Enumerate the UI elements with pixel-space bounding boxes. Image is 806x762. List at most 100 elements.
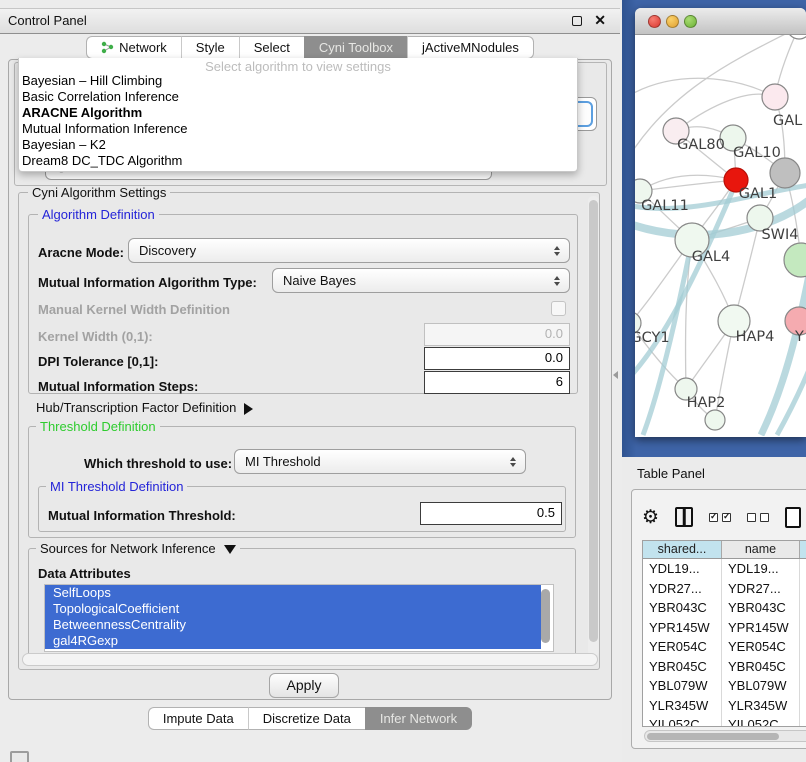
aracne-mode-combobox[interactable]: Discovery	[128, 238, 570, 263]
which-threshold-value: MI Threshold	[245, 454, 321, 469]
sources-legend[interactable]: Sources for Network Inference	[36, 541, 240, 556]
table-cell: YER054C	[643, 637, 722, 657]
settings-horizontal-scrollbar[interactable]	[22, 653, 598, 666]
dropdown-item[interactable]: Basic Correlation Inference	[19, 89, 577, 105]
attribute-item[interactable]: gal4RGexp	[45, 633, 541, 649]
float-panel-icon[interactable]	[572, 16, 582, 26]
tab-label: jActiveMNodules	[422, 37, 519, 58]
node-label: GAL1	[739, 186, 777, 202]
network-edge-thick[interactable]	[777, 360, 806, 435]
algorithm-definition-legend: Algorithm Definition	[38, 207, 159, 222]
close-light-icon[interactable]	[648, 15, 661, 28]
expand-right-icon	[244, 403, 253, 415]
tab-label: Discretize Data	[263, 708, 351, 729]
data-attributes-label: Data Attributes	[38, 566, 131, 581]
hub-section-expander[interactable]: Hub/Transcription Factor Definition	[36, 400, 253, 415]
table-cell: 9.	[800, 696, 806, 716]
network-node[interactable]	[784, 243, 806, 277]
column-header-shared[interactable]: shared...	[643, 541, 722, 558]
table-row[interactable]: YBR043CYBR043C	[643, 598, 806, 618]
network-edge-thick[interactable]	[761, 275, 806, 435]
tab-discretize-data[interactable]: Discretize Data	[248, 707, 365, 730]
network-edge[interactable]	[640, 180, 736, 191]
checked-boxes-icon[interactable]	[709, 513, 731, 522]
unchecked-boxes-icon[interactable]	[747, 513, 769, 522]
table-row[interactable]: YLR345WYLR345W9.	[643, 696, 806, 716]
zoom-light-icon[interactable]	[684, 15, 697, 28]
node-table: shared...nameA YDL19...YDL19...13YDR27..…	[642, 540, 806, 727]
dpi-tolerance-field[interactable]: 0.0	[424, 347, 570, 370]
mi-type-value: Naive Bayes	[283, 273, 356, 288]
column-header-A[interactable]: A	[800, 541, 806, 558]
manual-kernel-checkbox[interactable]	[551, 301, 566, 316]
table-cell: YBR043C	[722, 598, 800, 618]
network-window-titlebar[interactable]	[635, 8, 806, 35]
dropdown-item[interactable]: Bayesian – K2	[19, 137, 577, 153]
table-cell: YPR145W	[722, 618, 800, 638]
table-row[interactable]: YBR045CYBR045C9.	[643, 657, 806, 677]
mi-type-combobox[interactable]: Naive Bayes	[272, 268, 570, 293]
column-header-name[interactable]: name	[722, 541, 800, 558]
table-row[interactable]: YDR27...YDR27...12	[643, 579, 806, 599]
tab-network[interactable]: Network	[86, 36, 181, 59]
table-cell	[800, 598, 806, 618]
collapse-down-icon	[224, 545, 236, 554]
attribute-item[interactable]: TopologicalCoefficient	[45, 601, 541, 617]
dropdown-item[interactable]: Mutual Information Inference	[19, 121, 577, 137]
table-row[interactable]: YIL052CYIL052C9	[643, 715, 806, 726]
attribute-item[interactable]: SelfLoops	[45, 585, 541, 601]
network-node[interactable]	[787, 35, 806, 39]
dropdown-item[interactable]: Bayesian – Hill Climbing	[19, 73, 577, 89]
tab-jactivemnodules[interactable]: jActiveMNodules	[407, 36, 534, 59]
document-icon[interactable]	[785, 507, 801, 528]
stepper-icon[interactable]	[554, 276, 560, 286]
network-canvas[interactable]: GALGAL80GAL10GAL1GAL11SWI4GAL4GCY1HAP4YH…	[635, 35, 806, 436]
columns-icon[interactable]	[675, 507, 693, 527]
table-horizontal-scrollbar[interactable]	[644, 730, 806, 742]
data-attributes-list[interactable]: SelfLoopsTopologicalCoefficientBetweenne…	[44, 584, 554, 652]
dropdown-item[interactable]: Dream8 DC_TDC Algorithm	[19, 153, 577, 169]
table-row[interactable]: YER054CYER054C8.	[643, 637, 806, 657]
table-cell: 8.	[800, 637, 806, 657]
kernel-width-field[interactable]: 0.0	[424, 323, 570, 346]
control-panel-titlebar: Control Panel ✕	[0, 8, 620, 34]
tab-label: Infer Network	[380, 708, 457, 729]
list-scrollbar[interactable]	[541, 589, 550, 643]
mi-steps-label: Mutual Information Steps:	[38, 379, 198, 394]
split-pane-handle[interactable]	[613, 371, 618, 379]
table-row[interactable]: YPR145WYPR145W9.	[643, 618, 806, 638]
table-cell: YBL079W	[643, 676, 722, 696]
stepper-icon[interactable]	[554, 246, 560, 256]
sources-legend-label: Sources for Network Inference	[40, 541, 216, 556]
node-label: GAL10	[733, 145, 781, 161]
tab-select[interactable]: Select	[239, 36, 304, 59]
dropdown-item[interactable]: ARACNE Algorithm	[19, 105, 577, 121]
mi-steps-field[interactable]: 6	[424, 371, 570, 394]
apply-button[interactable]: Apply	[269, 673, 339, 698]
cyni-settings-legend: Cyni Algorithm Settings	[28, 185, 170, 200]
table-row[interactable]: YDL19...YDL19...13	[643, 559, 806, 579]
network-node[interactable]	[770, 158, 800, 188]
table-cell: YPR145W	[643, 618, 722, 638]
which-threshold-combobox[interactable]: MI Threshold	[234, 449, 526, 474]
mi-threshold-legend: MI Threshold Definition	[46, 479, 187, 494]
network-node[interactable]	[705, 410, 725, 430]
table-row[interactable]: YBL079WYBL079W	[643, 676, 806, 696]
tab-infer-network[interactable]: Infer Network	[365, 707, 472, 730]
stepper-icon[interactable]	[510, 457, 516, 467]
minimize-light-icon[interactable]	[666, 15, 679, 28]
tab-impute-data[interactable]: Impute Data	[148, 707, 248, 730]
gear-icon[interactable]: ⚙	[642, 508, 659, 527]
algorithm-dropdown: Select algorithm to view settings Bayesi…	[18, 58, 578, 172]
network-edge[interactable]	[676, 94, 775, 131]
network-icon	[101, 41, 114, 54]
settings-vertical-scrollbar[interactable]	[588, 196, 599, 656]
table-cell: YDL19...	[722, 559, 800, 579]
mi-threshold-field[interactable]: 0.5	[420, 502, 562, 525]
tab-cyni-toolbox[interactable]: Cyni Toolbox	[304, 36, 407, 59]
tab-style[interactable]: Style	[181, 36, 239, 59]
network-node-gal[interactable]	[762, 84, 788, 110]
minimized-panel-icon[interactable]	[10, 751, 29, 762]
close-panel-icon[interactable]: ✕	[594, 12, 606, 29]
attribute-item[interactable]: BetweennessCentrality	[45, 617, 541, 633]
